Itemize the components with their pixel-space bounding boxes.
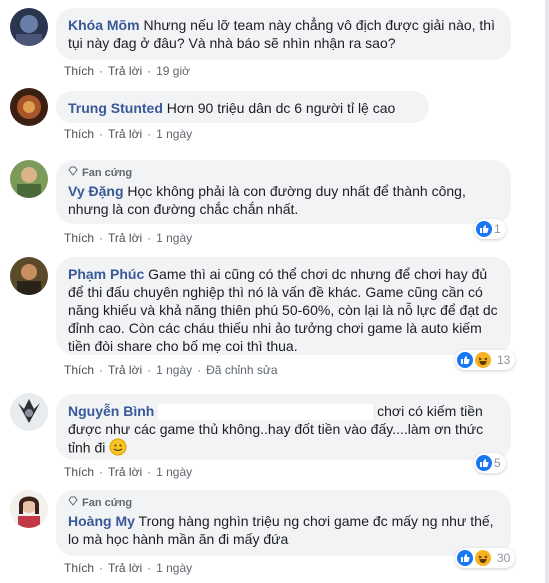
comment-text-continued: được như các game thủ không..hay đốt tiề… — [68, 421, 484, 456]
like-reaction-icon — [457, 550, 473, 566]
haha-reaction-icon — [475, 550, 491, 566]
comment-bubble: Khóa Mõm Nhưng nếu lỡ team này chẳng vô … — [56, 8, 511, 60]
comment-time[interactable]: 1 ngày — [156, 127, 192, 141]
comment-author[interactable]: Nguyễn Bình — [68, 403, 154, 419]
comment-time[interactable]: 1 ngày — [156, 363, 192, 377]
scrollbar[interactable] — [545, 0, 549, 583]
reaction-count: 5 — [494, 456, 501, 470]
comment-actions: Thích · Trả lời · 1 ngày — [64, 465, 193, 479]
like-link[interactable]: Thích — [64, 363, 94, 377]
comment-bubble: Phạm Phúc Game thì ai cũng có thể chơi d… — [56, 257, 511, 355]
comment-time[interactable]: 1 ngày — [156, 465, 192, 479]
comment-time[interactable]: 19 giờ — [156, 64, 190, 78]
edited-label[interactable]: Đã chỉnh sửa — [206, 363, 277, 377]
reaction-count: 30 — [497, 551, 511, 565]
reaction-summary[interactable]: 13 — [455, 350, 516, 370]
haha-reaction-icon — [475, 352, 491, 368]
like-link[interactable]: Thích — [64, 231, 94, 245]
reply-link[interactable]: Trả lời — [108, 561, 142, 575]
reply-link[interactable]: Trả lời — [108, 465, 142, 479]
comment-text: Học không phải là con đường duy nhất để … — [68, 183, 466, 217]
fan-badge-label: Fan cứng — [82, 497, 133, 509]
avatar[interactable] — [10, 490, 48, 528]
comment-bubble: Trung Stunted Hơn 90 triệu dân dc 6 ngườ… — [56, 91, 429, 123]
reply-link[interactable]: Trả lời — [108, 127, 142, 141]
avatar[interactable] — [10, 160, 48, 198]
comment-author[interactable]: Hoàng My — [68, 513, 135, 529]
reaction-summary[interactable]: 1 — [474, 219, 506, 239]
like-reaction-icon — [476, 455, 492, 471]
redacted-text — [158, 404, 374, 421]
avatar[interactable] — [10, 8, 48, 46]
like-link[interactable]: Thích — [64, 465, 94, 479]
comment-text: Hơn 90 triệu dân dc 6 người tỉ lệ cao — [166, 100, 396, 116]
comment-author[interactable]: Vy Đặng — [68, 183, 124, 199]
comment-actions: Thích · Trả lời · 1 ngày — [64, 127, 193, 141]
diamond-icon — [68, 496, 78, 510]
comment-author[interactable]: Phạm Phúc — [68, 266, 144, 282]
comment-author[interactable]: Trung Stunted — [68, 100, 163, 116]
reaction-count: 13 — [497, 353, 511, 367]
comment-time[interactable]: 1 ngày — [156, 561, 192, 575]
reaction-summary[interactable]: 5 — [474, 453, 506, 473]
comment-text: chơi có kiếm tiền — [377, 403, 483, 419]
comment-bubble: Fan cứng Vy Đặng Học không phải là con đ… — [56, 160, 511, 224]
avatar[interactable] — [10, 257, 48, 295]
like-reaction-icon — [476, 221, 492, 237]
like-link[interactable]: Thích — [64, 561, 94, 575]
smile-emoji-icon — [109, 438, 127, 460]
avatar[interactable] — [10, 393, 48, 431]
comment-actions: Thích · Trả lời · 19 giờ — [64, 64, 190, 78]
comment-actions: Thích · Trả lời · 1 ngày — [64, 231, 193, 245]
comment-actions: Thích · Trả lời · 1 ngày · Đã chỉnh sửa — [64, 363, 278, 377]
like-link[interactable]: Thích — [64, 64, 94, 78]
reaction-count: 1 — [494, 222, 501, 236]
like-link[interactable]: Thích — [64, 127, 94, 141]
reply-link[interactable]: Trả lời — [108, 64, 142, 78]
fan-badge-label: Fan cứng — [82, 167, 133, 179]
like-reaction-icon — [457, 352, 473, 368]
avatar[interactable] — [10, 88, 48, 126]
reply-link[interactable]: Trả lời — [108, 363, 142, 377]
fan-badge: Fan cứng — [68, 166, 499, 180]
fan-badge: Fan cứng — [68, 496, 499, 510]
reaction-summary[interactable]: 30 — [455, 548, 516, 568]
comment-bubble: Nguyễn Bình chơi có kiếm tiền được như c… — [56, 394, 511, 460]
comment-author[interactable]: Khóa Mõm — [68, 17, 140, 33]
comment-actions: Thích · Trả lời · 1 ngày — [64, 561, 193, 575]
diamond-icon — [68, 166, 78, 180]
reply-link[interactable]: Trả lời — [108, 231, 142, 245]
comment-bubble: Fan cứng Hoàng My Trong hàng nghìn triệu… — [56, 490, 511, 556]
comment-time[interactable]: 1 ngày — [156, 231, 192, 245]
